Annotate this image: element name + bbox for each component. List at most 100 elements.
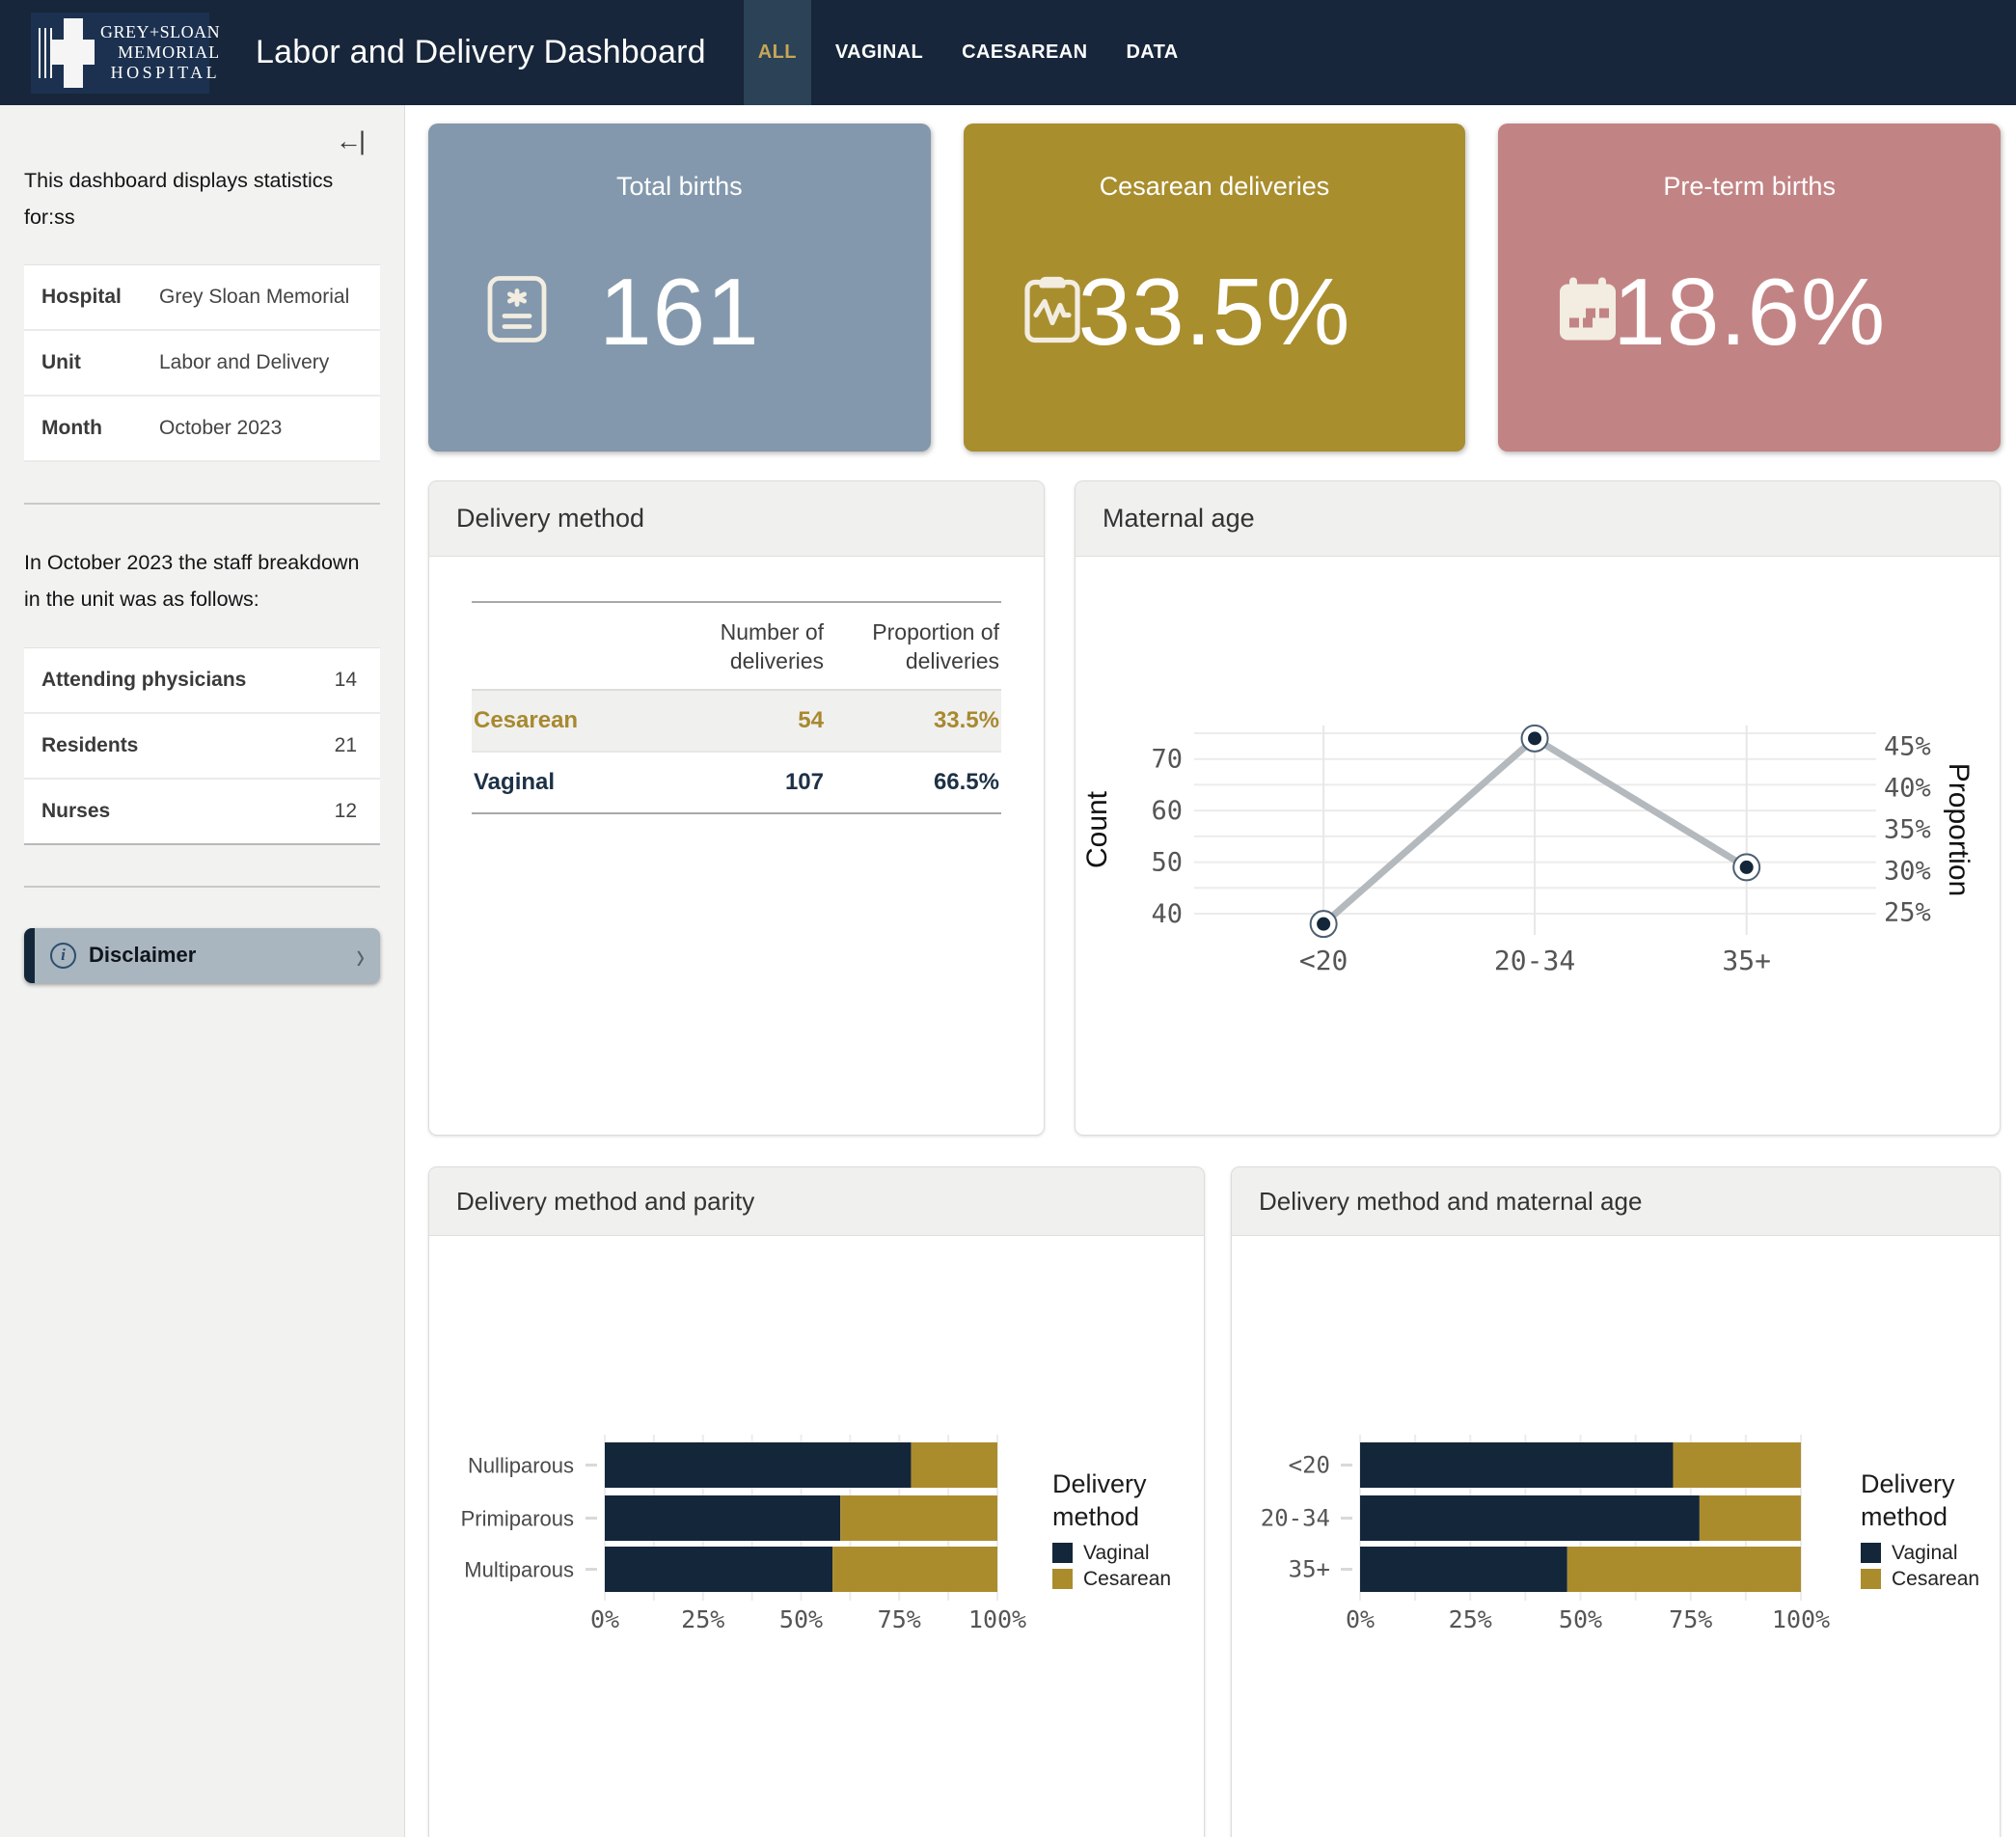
card-title: Delivery method and maternal age [1232,1167,2000,1236]
logo-line-1: GREY+SLOAN [100,22,220,42]
sidebar-divider [24,503,380,505]
main-content: Total births 161 Cesarean deliveries [405,105,2016,1837]
tab-caesarean[interactable]: CAESAREAN [947,0,1102,105]
y-tick-right: 25% [1884,898,1931,928]
y-tick-left: 70 [1151,745,1183,775]
y-tick-left: 60 [1151,796,1183,826]
column-header-empty [472,602,660,690]
sidebar-intro-text: This dashboard displays statistics for:s… [24,163,380,235]
x-tick: 25% [1449,1605,1492,1633]
staff-value: 12 [335,800,357,823]
value-box-value: 161 [599,264,760,359]
legend-title: Delivery [1052,1469,1147,1498]
ageband-chart-svg: <2020-3435+0%25%50%75%100%Deliverymethod… [1232,1236,2000,1837]
tab-data[interactable]: DATA [1111,0,1192,105]
hospital-logo: GREY+SLOAN MEMORIAL HOSPITAL [31,13,209,94]
bar-20-34-Cesarean [1700,1495,1801,1541]
table-row-cesarean: Cesarean 54 33.5% [472,690,1001,752]
point-20-34 [1528,731,1541,745]
staff-label: Attending physicians [41,669,246,692]
info-value: Labor and Delivery [159,351,329,374]
card-title: Maternal age [1076,481,2000,557]
logo-line-3: HOSPITAL [100,63,220,83]
tab-all[interactable]: ALL [744,0,811,105]
legend-swatch-Cesarean [1052,1569,1073,1589]
legend-swatch-Cesarean [1861,1569,1881,1589]
y-tick-left: 50 [1151,848,1183,878]
x-tick: 100% [1772,1605,1830,1633]
x-tick: <20 [1299,945,1349,976]
y-tick-right: 30% [1884,857,1931,887]
line-chart-svg: 4050607025%30%35%40%45%<2020-3435+CountP… [1076,557,2000,1136]
x-tick: 75% [878,1605,921,1633]
table-row: Attending physicians 14 [24,648,380,714]
cell-proportion: 33.5% [826,690,1001,752]
row-label: Cesarean [472,690,660,752]
card-title: Delivery method [429,481,1044,557]
disclaimer-label: Disclaimer [89,943,196,968]
legend-label-Vaginal: Vaginal [1083,1542,1150,1564]
cell-proportion: 66.5% [826,752,1001,813]
bar-Nulliparous-Cesarean [911,1442,997,1488]
legend-title: method [1861,1502,1948,1531]
y-tick-right: 45% [1884,732,1931,762]
sidebar: ←| This dashboard displays statistics fo… [0,105,405,1837]
y-axis-label-right: Proportion [1943,763,1975,896]
x-tick: 50% [779,1605,823,1633]
hospital-logo-text: GREY+SLOAN MEMORIAL HOSPITAL [100,22,220,84]
legend-label-Cesarean: Cesarean [1083,1568,1171,1590]
category-label: Nulliparous [468,1454,574,1478]
legend-title: method [1052,1502,1139,1531]
category-label: Primiparous [461,1507,574,1531]
age-band-stacked-bar-chart: <2020-3435+0%25%50%75%100%Deliverymethod… [1232,1236,2000,1837]
staff-value: 14 [335,669,357,692]
value-box-cesarean-deliveries: Cesarean deliveries 33.5% [964,123,1466,452]
bar-Primiparous-Vaginal [605,1495,840,1541]
bar-<20-Cesarean [1673,1442,1801,1488]
page-title: Labor and Delivery Dashboard [256,34,706,71]
value-box-title: Total births [428,172,931,202]
category-label: <20 [1289,1452,1330,1479]
table-row-vaginal: Vaginal 107 66.5% [472,752,1001,813]
info-icon: i [50,943,76,969]
table-row: Nurses 12 [24,780,380,845]
value-box-value: 33.5% [1078,264,1351,359]
hospital-cross-icon [37,18,96,88]
calendar-week-icon [1554,275,1621,349]
sidebar-divider [24,886,380,888]
legend-swatch-Vaginal [1052,1543,1073,1563]
category-label: Multiparous [464,1558,574,1582]
info-label: Hospital [41,286,159,309]
tab-vaginal[interactable]: VAGINAL [821,0,938,105]
table-row: Month October 2023 [24,397,380,462]
x-tick: 25% [681,1605,724,1633]
info-value: October 2023 [159,417,282,440]
y-tick-left: 40 [1151,899,1183,929]
info-value: Grey Sloan Memorial [159,286,349,309]
column-header-proportion: Proportion of deliveries [826,602,1001,690]
maternal-age-card: Maternal age 4050607025%30%35%40%45%<202… [1075,480,2001,1136]
legend-title: Delivery [1861,1469,1955,1498]
chevron-right-icon: › [356,933,365,978]
legend-label-Vaginal: Vaginal [1892,1542,1958,1564]
delivery-method-card: Delivery method Number of deliveries Pro… [428,480,1045,1136]
category-label: 35+ [1289,1556,1330,1583]
point-<20 [1317,918,1330,931]
x-tick: 35+ [1722,945,1771,976]
bar-Nulliparous-Vaginal [605,1442,911,1488]
y-tick-right: 35% [1884,815,1931,845]
bar-<20-Vaginal [1360,1442,1673,1488]
logo-line-2: MEMORIAL [100,42,220,63]
bar-Multiparous-Vaginal [605,1547,832,1592]
disclaimer-accordion-button[interactable]: i Disclaimer › [24,928,380,983]
info-label: Unit [41,351,159,374]
card-title: Delivery method and parity [429,1167,1204,1236]
cell-count: 107 [660,752,826,813]
table-row: Unit Labor and Delivery [24,331,380,397]
y-axis-label-left: Count [1081,790,1113,868]
legend-label-Cesarean: Cesarean [1892,1568,1979,1590]
bar-Primiparous-Cesarean [840,1495,997,1541]
bar-35+-Vaginal [1360,1547,1567,1592]
sidebar-collapse-icon[interactable]: ←| [336,128,366,154]
value-box-title: Pre-term births [1498,172,2001,202]
